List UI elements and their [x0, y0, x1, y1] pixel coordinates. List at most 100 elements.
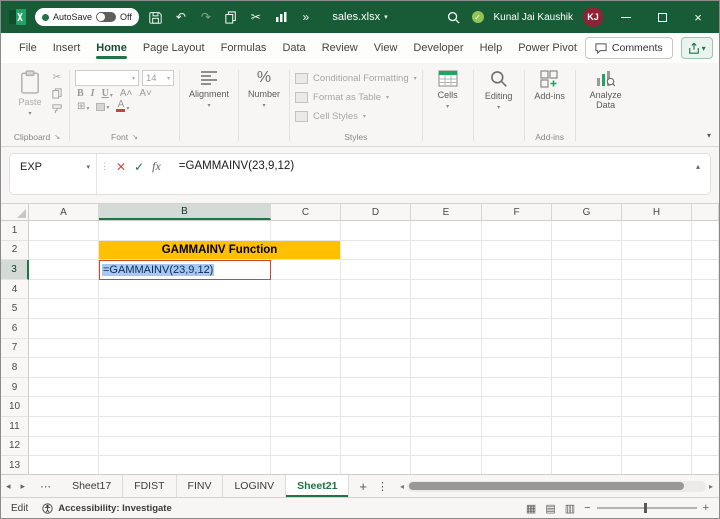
accessibility-checker[interactable]: Accessibility: Investigate	[42, 503, 172, 514]
conditional-formatting-button[interactable]: Conditional Formatting ▾	[295, 69, 417, 88]
cell-G11[interactable]	[552, 416, 622, 437]
enter-entry-button[interactable]: ✓	[134, 160, 144, 174]
cell-F4[interactable]	[482, 279, 552, 300]
ribbon-tab-data[interactable]: Data	[274, 35, 313, 62]
minimize-button[interactable]	[613, 4, 639, 30]
redo-button[interactable]: ↷	[198, 9, 214, 25]
cell-C13[interactable]	[271, 456, 341, 474]
cell-A13[interactable]	[29, 456, 99, 474]
row-header-12[interactable]: 12	[1, 436, 29, 457]
cell-E9[interactable]	[411, 377, 482, 398]
cell-F5[interactable]	[482, 299, 552, 319]
cell-A5[interactable]	[29, 299, 99, 319]
column-header-G[interactable]: G	[552, 204, 622, 220]
cell-D8[interactable]	[341, 358, 411, 378]
cell-A1[interactable]	[29, 221, 99, 241]
cell-F6[interactable]	[482, 318, 552, 339]
cell-F10[interactable]	[482, 397, 552, 417]
cell-H13[interactable]	[622, 456, 692, 474]
format-painter-icon[interactable]	[50, 103, 64, 115]
row-header-11[interactable]: 11	[1, 416, 29, 437]
ribbon-tab-view[interactable]: View	[366, 35, 406, 62]
cell-A9[interactable]	[29, 377, 99, 398]
sheet-tab-finv[interactable]: FINV	[177, 475, 224, 497]
sheet-nav-more-icon[interactable]: ⋯	[30, 475, 61, 497]
scrollbar-thumb[interactable]	[409, 482, 685, 490]
cell-F2[interactable]	[482, 240, 552, 261]
search-icon[interactable]	[446, 9, 462, 25]
column-header-F[interactable]: F	[482, 204, 552, 220]
cell-G3[interactable]	[552, 260, 622, 280]
cell-E6[interactable]	[411, 318, 482, 339]
select-all-corner[interactable]	[1, 204, 29, 220]
cell-C9[interactable]	[271, 377, 341, 398]
cell-B9[interactable]	[99, 377, 271, 398]
cell-E12[interactable]	[411, 436, 482, 457]
column-header-C[interactable]: C	[271, 204, 341, 220]
cell-F7[interactable]	[482, 338, 552, 359]
font-size-combo[interactable]: 14 ▾	[142, 70, 174, 86]
cell-F8[interactable]	[482, 358, 552, 378]
ribbon-tab-formulas[interactable]: Formulas	[213, 35, 275, 62]
underline-button[interactable]: U ▾	[100, 88, 115, 99]
chart-quick-button[interactable]	[273, 9, 289, 25]
row-header-7[interactable]: 7	[1, 338, 29, 359]
cell-E11[interactable]	[411, 416, 482, 437]
font-dialog-launcher-icon[interactable]: ↘	[132, 133, 138, 141]
copy-icon[interactable]	[50, 87, 64, 99]
document-title[interactable]: sales.xlsx ▾	[332, 11, 387, 23]
cell-D7[interactable]	[341, 338, 411, 359]
cell-A6[interactable]	[29, 318, 99, 339]
zoom-slider-knob[interactable]	[643, 503, 647, 513]
cell-G4[interactable]	[552, 279, 622, 300]
row-header-5[interactable]: 5	[1, 299, 29, 319]
cell-A4[interactable]	[29, 279, 99, 300]
cell-A8[interactable]	[29, 358, 99, 378]
maximize-button[interactable]	[649, 4, 675, 30]
cell-D11[interactable]	[341, 416, 411, 437]
cells-button[interactable]: Cells ▾	[428, 65, 468, 110]
ribbon-tab-review[interactable]: Review	[314, 35, 366, 62]
cell-D4[interactable]	[341, 279, 411, 300]
share-button[interactable]: ▾	[680, 37, 713, 59]
cell-E8[interactable]	[411, 358, 482, 378]
cell-E10[interactable]	[411, 397, 482, 417]
ribbon-tab-file[interactable]: File	[11, 35, 45, 62]
cell-A7[interactable]	[29, 338, 99, 359]
cell-D1[interactable]	[341, 221, 411, 241]
cell-E5[interactable]	[411, 299, 482, 319]
sheet-options-kebab-icon[interactable]: ⋮	[377, 480, 388, 493]
cell-C5[interactable]	[271, 299, 341, 319]
quick-access-more-chevron[interactable]: »	[298, 9, 314, 25]
cell-E1[interactable]	[411, 221, 482, 241]
sheet-tab-sheet21[interactable]: Sheet21	[286, 475, 350, 497]
sheet-nav-left-icon[interactable]: ◂	[1, 475, 16, 497]
cell-F1[interactable]	[482, 221, 552, 241]
cell-D9[interactable]	[341, 377, 411, 398]
column-header-A[interactable]: A	[29, 204, 99, 220]
horizontal-scrollbar[interactable]: ◂ ▸	[398, 475, 719, 497]
cell-A11[interactable]	[29, 416, 99, 437]
copy-button[interactable]	[223, 9, 239, 25]
cell-E7[interactable]	[411, 338, 482, 359]
borders-button[interactable]: ⊞ ▾	[75, 101, 91, 112]
normal-view-button[interactable]: ▦	[526, 502, 536, 515]
scroll-right-icon[interactable]: ▸	[709, 482, 713, 491]
cell-E4[interactable]	[411, 279, 482, 300]
cell-G9[interactable]	[552, 377, 622, 398]
column-header-E[interactable]: E	[411, 204, 482, 220]
format-as-table-button[interactable]: Format as Table ▾	[295, 88, 417, 107]
cell-D2[interactable]	[341, 240, 411, 261]
cell-G10[interactable]	[552, 397, 622, 417]
row-header-10[interactable]: 10	[1, 397, 29, 417]
cell-H8[interactable]	[622, 358, 692, 378]
cell-C4[interactable]	[271, 279, 341, 300]
cell-D12[interactable]	[341, 436, 411, 457]
cell-F13[interactable]	[482, 456, 552, 474]
row-header-4[interactable]: 4	[1, 279, 29, 300]
cell-C7[interactable]	[271, 338, 341, 359]
column-header-B[interactable]: B	[99, 204, 271, 220]
cell-G7[interactable]	[552, 338, 622, 359]
cell-H1[interactable]	[622, 221, 692, 241]
cell-B12[interactable]	[99, 436, 271, 457]
